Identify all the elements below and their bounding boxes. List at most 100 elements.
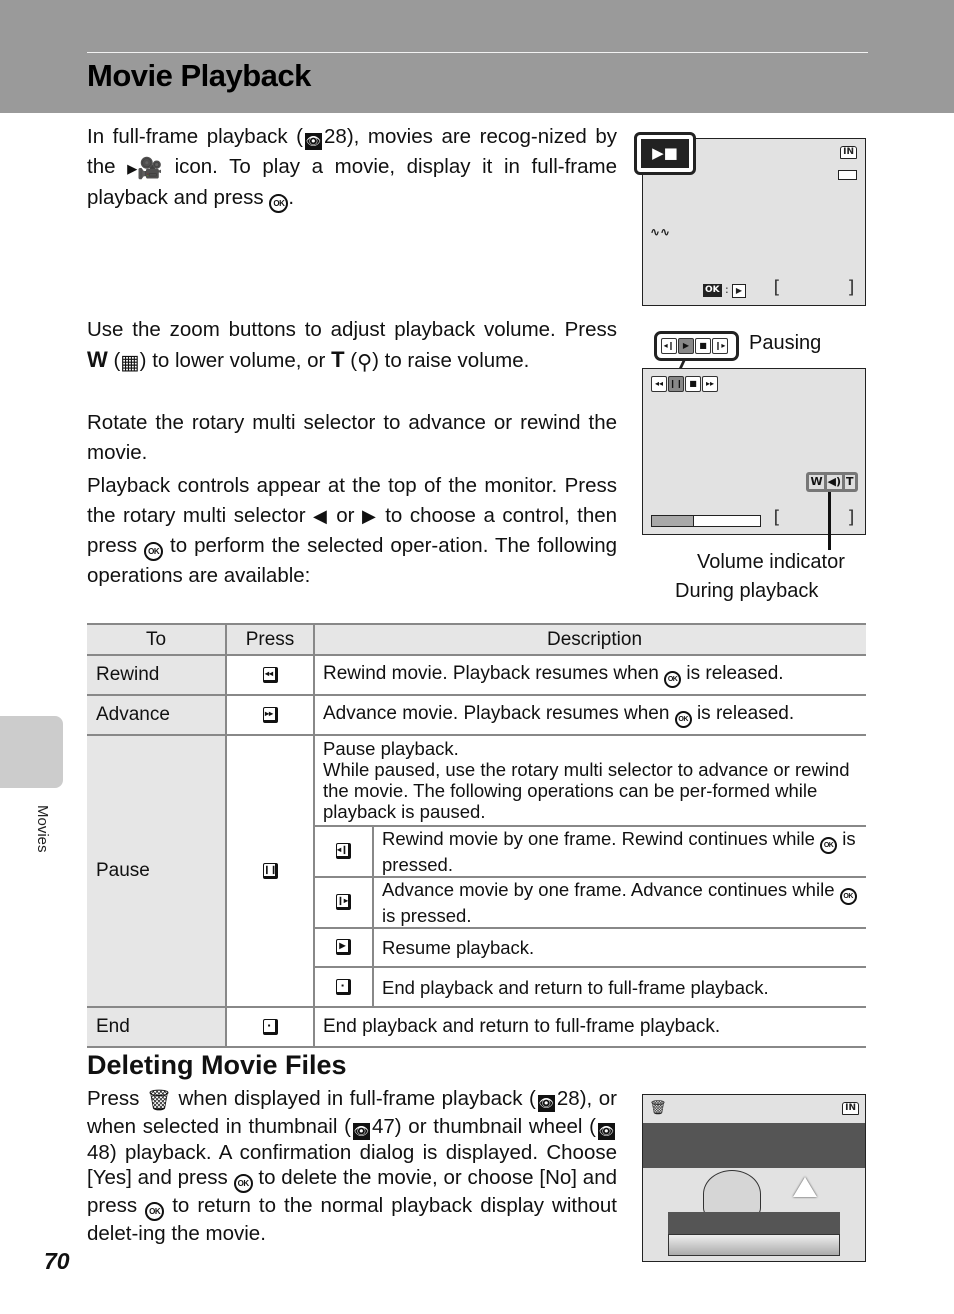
pause-controls-strip: ◂❙ ▶ ■ ❙▸ [661,338,728,354]
pause-icon: ❙❙ [668,376,684,392]
header-description: Description [314,623,866,656]
controls-text-c: to perform the selected oper-ation. The … [87,534,618,587]
page-reference-icon: 👁 [597,1122,615,1140]
frame-back-icon: ◂❙ [661,338,677,354]
row-label: Advance [87,695,227,736]
table-header-row: To Press Description [87,623,866,656]
deleting-text-d: ) or thumbnail wheel ( [394,1114,596,1138]
ok-button-icon: OK [674,710,692,728]
sub-description: Rewind movie by one frame. Rewind contin… [373,827,866,878]
ok-button-icon: OK [144,542,164,561]
deleting-text-b: when displayed in full-frame playback ( [178,1087,536,1110]
page-number: 70 [44,1248,70,1274]
bracket-left: [ [771,277,782,298]
during-playback-caption: During playback [675,580,819,602]
w-key: W [87,346,108,372]
row-label: Rewind [87,655,227,696]
ok-button-icon: OK [269,194,289,213]
page-reference-icon: 👁 [352,1122,370,1140]
row-label: End [87,1007,227,1048]
rewind-icon: ◂◂ [651,376,667,392]
trash-icon: 🗑 [145,1089,172,1112]
pause-desc-line1: Pause playback. [323,738,459,759]
header-rule [87,52,868,53]
volume-indicator: W ◀) T [806,472,858,492]
table-row-rewind: Rewind ◂◂ Rewind movie. Playback resumes… [87,655,866,696]
movie-badge-highlight: ▶■ [634,132,696,175]
row-description: Pause playback. While paused, use the ro… [314,735,866,1008]
volume-paragraph: Use the zoom buttons to adjust playback … [87,315,617,377]
sub-row-frame-forward: ❙▸ Advance movie by one frame. Advance c… [315,877,866,929]
resume-icon: ▶ [678,338,694,354]
delete-confirmation-screen: 🗑 IN [642,1094,866,1262]
volume-text-a: Use the zoom buttons to adjust playback … [87,318,617,341]
bracket-left: [ [771,507,782,528]
chapter-label: Movies [34,805,51,853]
speaker-icon: ◀) [826,475,843,489]
advance-button-icon: ▸▸ [262,706,278,723]
chapter-tab [0,716,63,788]
deleting-ref-1: 28 [556,1087,580,1110]
intro-period: . [288,186,295,209]
ok-button-icon: OK [839,888,857,905]
section-heading-deleting: Deleting Movie Files [87,1050,347,1080]
internal-memory-icon: IN [842,1102,859,1115]
volume-text-b: to lower volume, or [152,348,326,372]
zoom-in-icon: ⚲ [357,350,373,374]
vibration-reduction-icon: ∿∿ [650,225,671,239]
row-description: Rewind movie. Playback resumes when OK i… [314,655,866,696]
desc-text-a: Rewind movie. Playback resumes when [323,662,659,684]
table-row-pause: Pause ❙❙ Pause playback. While paused, u… [87,735,866,1008]
ok-button-icon: OK [145,1202,165,1221]
deleting-ref-2: 47 [371,1114,395,1138]
sub-row-end: ▪ End playback and return to full-frame … [315,967,866,1006]
sub-description: Resume playback. [373,928,866,968]
left-arrow-icon: ◀ [313,505,329,526]
playback-controls-strip: ◂◂ ❙❙ ■ ▸▸ [651,376,718,392]
dialog-no-option [668,1234,840,1256]
frame-back-button-icon: ◂❙ [336,843,351,860]
intro-paragraph: In full-frame playback (👁 28), movies are… [87,122,617,213]
end-button-icon: ▪ [336,978,351,995]
header-press: Press [226,623,315,656]
controls-paragraph: Playback controls appear at the top of t… [87,471,617,591]
sub-text-b: is pressed. [382,905,472,926]
volume-t-label: T [844,475,855,489]
header-band [0,0,954,113]
volume-w-label: W [809,475,824,489]
row-description: End playback and return to full-frame pl… [314,1007,866,1048]
volume-indicator-caption: Volume indicator [697,551,845,573]
desc-text-a: Advance movie. Playback resumes when [323,702,670,724]
deleting-ref-3: 48 [87,1140,110,1164]
ok-button-icon: OK [664,670,682,688]
page-reference-icon: 👁 [305,133,323,150]
trash-icon: 🗑 [649,1100,667,1116]
table-row-end: End ▪ End playback and return to full-fr… [87,1007,866,1048]
page-reference-icon: 👁 [537,1095,555,1112]
rotate-paragraph: Rotate the rotary multi selector to adva… [87,411,617,464]
battery-icon [838,170,857,180]
deleting-text-a: Press [87,1087,140,1110]
volume-indicator-leader [828,492,831,550]
intro-ref-page: 28 [324,125,347,148]
movie-playback-screen: ◂◂ ❙❙ ■ ▸▸ [ ] [642,368,866,535]
volume-text-c: to raise volume. [384,348,530,372]
desc-text-b: is released. [686,662,784,684]
ok-label-icon: OK [703,284,722,297]
play-button-icon: ▶ [336,939,351,956]
sub-row-frame-back: ◂❙ Rewind movie by one frame. Rewind con… [315,827,866,878]
sub-row-resume: ▶ Resume playback. [315,928,866,968]
desc-text-b: is released. [696,702,795,724]
bracket-right: ] [846,277,857,298]
rewind-button-icon: ◂◂ [262,666,278,683]
page-title: Movie Playback [87,58,311,93]
ok-button-icon: OK [233,1174,253,1193]
stop-icon: ■ [695,338,711,354]
pause-desc-line2: While paused, use the rotary multi selec… [323,759,850,822]
movie-icon: ▸🎥 [127,156,163,180]
row-description: Advance movie. Playback resumes when OK … [314,695,866,736]
movie-badge-icon: ▶■ [641,139,689,168]
controls-or: or [336,503,355,527]
pause-description: Pause playback. While paused, use the ro… [315,736,866,827]
colon-separator: : [725,283,729,296]
